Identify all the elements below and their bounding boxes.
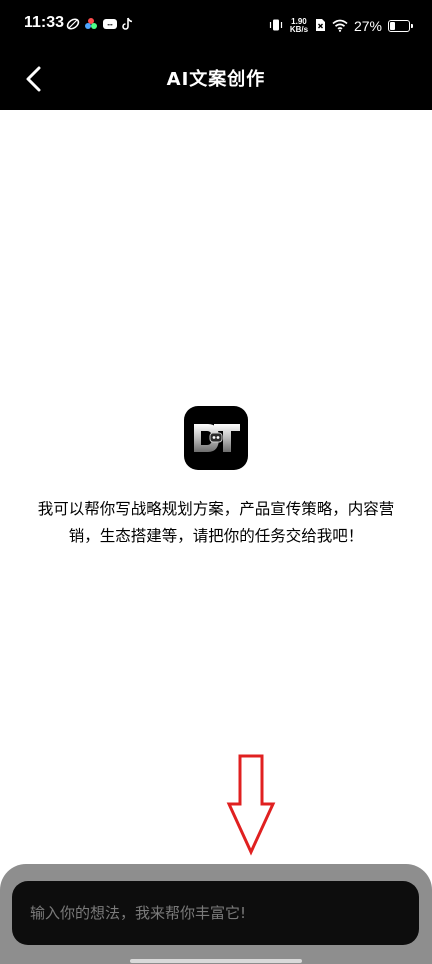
battery-icon [388, 20, 413, 32]
network-speed-unit: KB/s [289, 25, 309, 34]
dt-logo-icon [194, 424, 240, 452]
status-time: 11:33 [24, 14, 65, 31]
vibrate-icon [269, 17, 283, 36]
no-sim-icon [315, 17, 326, 36]
tiktok-icon [122, 16, 134, 35]
nav-bar: AI文案创作 [0, 52, 432, 102]
system-status: 1.90 KB/s 27% [269, 14, 413, 38]
top-bar: 11:33 ••• 1.90 KB/s 27% AI文案创作 [0, 0, 432, 110]
intro-text: 我可以帮你写战略规划方案，产品宣传策略，内容营销，生态搭建等，请把你的任务交给我… [37, 500, 395, 545]
home-indicator[interactable] [130, 959, 302, 963]
input-panel [0, 864, 432, 964]
down-arrow-icon [226, 754, 276, 856]
battery-percent: 27% [353, 18, 382, 34]
network-speed: 1.90 KB/s [289, 18, 309, 34]
notification-icons: ••• [66, 17, 134, 33]
color-wheel-icon [84, 16, 98, 35]
svg-text:•••: ••• [107, 22, 113, 28]
battery-level [390, 22, 396, 30]
status-bar: 11:33 ••• 1.90 KB/s 27% [0, 0, 432, 52]
app-badge-icon: ••• [102, 16, 118, 35]
prompt-input[interactable] [12, 881, 419, 945]
wifi-icon [332, 17, 348, 36]
prompt-box [12, 881, 419, 945]
page-title: AI文案创作 [166, 69, 266, 90]
leaf-icon [66, 16, 80, 35]
app-logo [184, 406, 248, 470]
